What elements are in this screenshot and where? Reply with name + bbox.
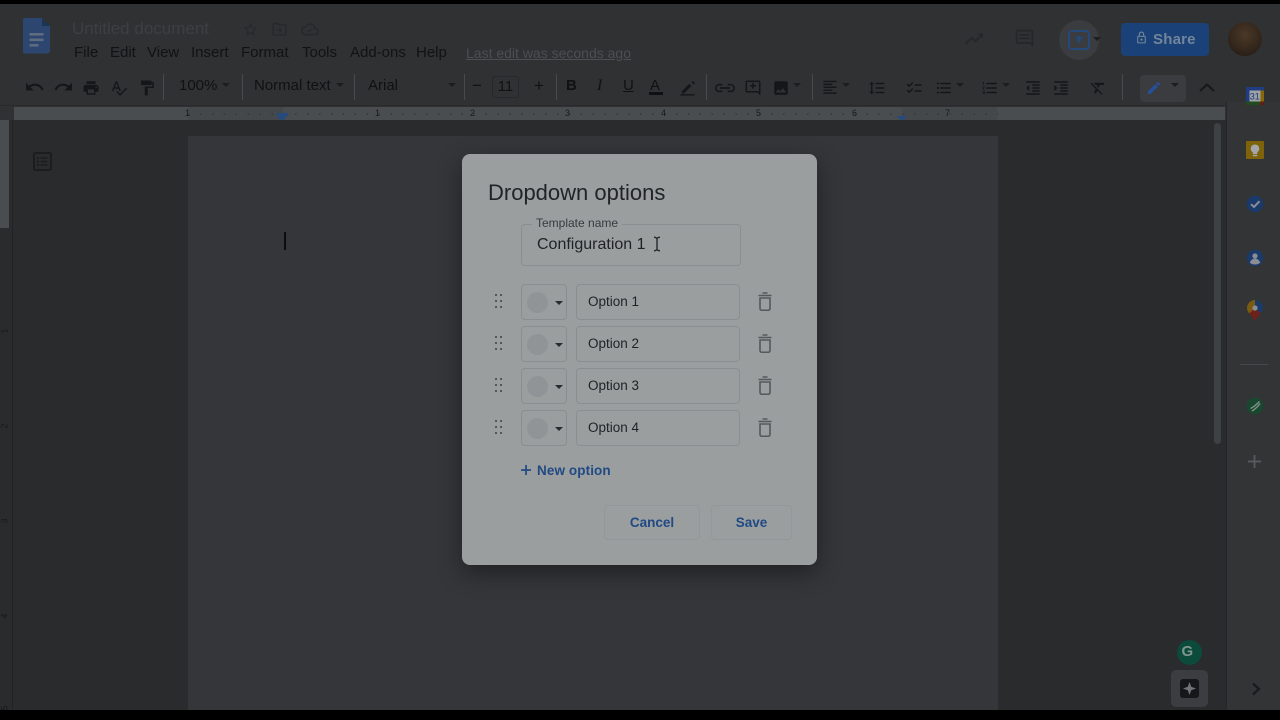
svg-text:31: 31 (1250, 91, 1260, 101)
